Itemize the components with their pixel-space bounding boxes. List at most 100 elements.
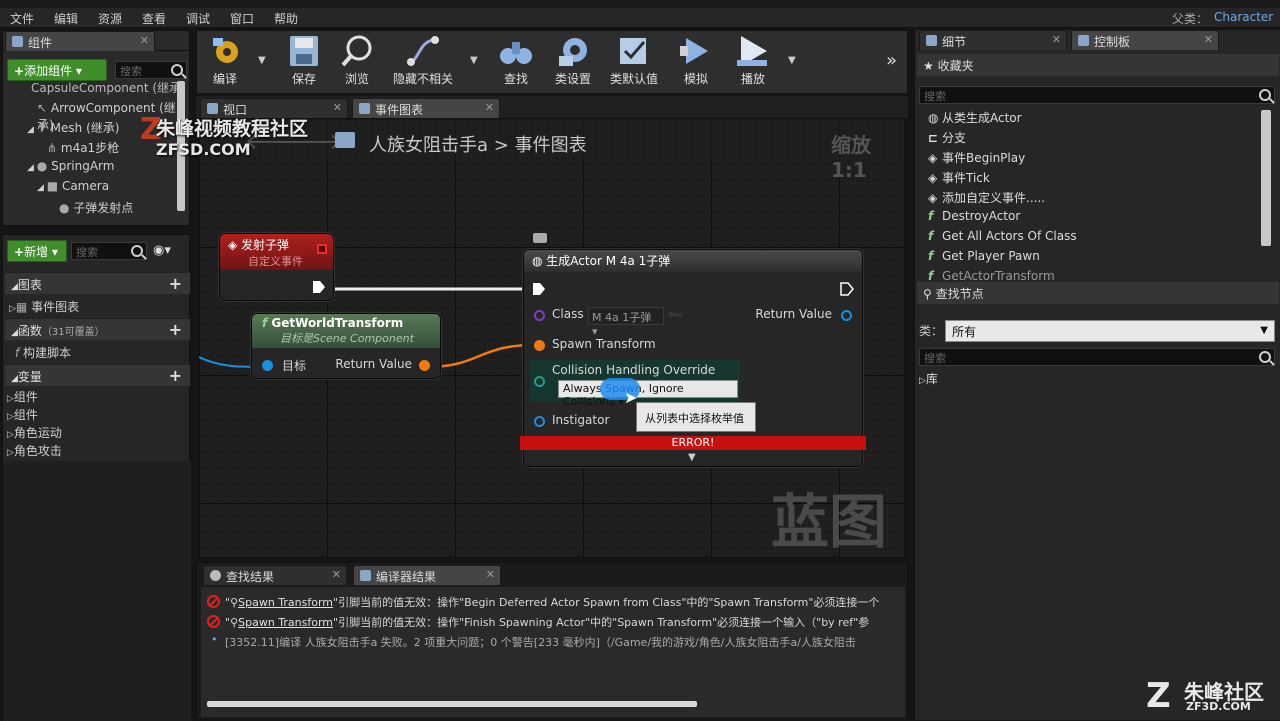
variable-group[interactable]: ▷角色攻击 xyxy=(7,442,62,459)
favorites-scrollbar[interactable] xyxy=(1261,110,1271,246)
section-functions[interactable]: ◢函数（31可覆盖） + xyxy=(5,318,190,340)
add-component-button[interactable]: +添加组件 ▾ xyxy=(7,59,107,81)
expand-node-icon[interactable]: ▼ xyxy=(688,452,696,463)
variable-group[interactable]: ▷组件 xyxy=(7,388,38,405)
spawn-transform-pin[interactable] xyxy=(534,340,545,351)
favorite-item[interactable]: ⊏ 分支 xyxy=(928,129,966,146)
custom-event-node[interactable]: ◈ 发射子弹 自定义事件 xyxy=(219,233,334,301)
section-variables[interactable]: ◢变量 + xyxy=(5,364,190,386)
collision-pin[interactable] xyxy=(534,376,545,387)
tab-details[interactable]: 细节 ✕ xyxy=(919,30,1067,50)
tab-palette[interactable]: 控制板 ✕ xyxy=(1071,30,1219,50)
class-defaults-button[interactable]: 类默认值 xyxy=(606,34,662,88)
favorite-item[interactable]: ◍ 从类生成Actor xyxy=(928,109,1022,126)
simulate-button[interactable]: 模拟 xyxy=(674,34,718,88)
horizontal-scrollbar[interactable] xyxy=(207,701,697,707)
parent-class-link[interactable]: Character xyxy=(1214,10,1273,24)
close-icon[interactable]: ✕ xyxy=(332,568,341,581)
tree-item-mesh[interactable]: ◢ ✝ Mesh (继承) xyxy=(27,119,119,136)
tree-item-rifle[interactable]: ⋔ m4a1步枪 xyxy=(47,139,119,156)
favorites-search-input[interactable]: 搜索 xyxy=(919,86,1275,104)
library-label: 库 xyxy=(925,372,938,386)
exec-in-pin[interactable] xyxy=(532,282,546,296)
toolbar-overflow-icon[interactable]: » xyxy=(886,50,897,71)
graph-canvas[interactable]: 🡐 🡒 人族女阻击手a > 事件图表 缩放1:1 蓝图 ◈ 发射子弹 自定义事件… xyxy=(198,118,905,558)
get-world-transform-node[interactable]: f GetWorldTransform 目标是Scene Component 目… xyxy=(251,313,441,379)
menu-window[interactable]: 窗口 xyxy=(230,10,254,27)
close-icon[interactable]: ✕ xyxy=(1204,33,1213,46)
favorite-item[interactable]: f GetActorTransform xyxy=(928,269,1055,281)
class-pin[interactable] xyxy=(534,310,545,321)
favorite-item[interactable]: f Get Player Pawn xyxy=(928,249,1040,263)
menu-file[interactable]: 文件 xyxy=(10,10,34,27)
exec-out-pin[interactable] xyxy=(840,282,854,296)
library-item[interactable]: ▷库 xyxy=(919,370,938,387)
close-icon[interactable]: ✕ xyxy=(485,101,494,114)
favorites-header[interactable]: ★ 收藏夹 xyxy=(917,54,1279,76)
find-node-header[interactable]: ⚲ 查找节点 xyxy=(917,282,1279,304)
close-icon[interactable]: ✕ xyxy=(1052,33,1061,46)
add-graph-icon[interactable]: + xyxy=(169,274,182,293)
find-node-search-input[interactable]: 搜索 xyxy=(919,348,1275,366)
play-options-icon[interactable]: ▼ xyxy=(788,55,796,66)
log-row[interactable]: "⚲Spawn Transform"引脚当前的值无效：操作"Finish Spa… xyxy=(201,613,905,631)
menu-help[interactable]: 帮助 xyxy=(274,10,298,27)
menu-edit[interactable]: 编辑 xyxy=(54,10,78,27)
add-variable-icon[interactable]: + xyxy=(169,366,182,385)
function-item-construction[interactable]: f 构建脚本 xyxy=(15,344,71,361)
spawn-actor-node[interactable]: ◍ 生成Actor M 4a 1子弹 Class M 4a 1子弹 ▾ ⇦⌕ R… xyxy=(520,249,866,467)
spawn-return-pin[interactable] xyxy=(841,310,852,321)
log-row[interactable]: "⚲Spawn Transform"引脚当前的值无效：操作"Begin Defe… xyxy=(201,593,905,611)
close-icon[interactable]: ✕ xyxy=(140,34,149,47)
menu-debug[interactable]: 调试 xyxy=(186,10,210,27)
delegate-pin[interactable] xyxy=(317,244,327,254)
close-icon[interactable]: ✕ xyxy=(333,101,342,114)
exec-out-pin[interactable] xyxy=(312,280,326,294)
browse-button[interactable]: 浏览 xyxy=(334,34,380,88)
tree-item-muzzle[interactable]: ● 子弹发射点 xyxy=(59,199,133,216)
collision-dropdown[interactable]: Always Spawn, Ignore Collisions ▾ xyxy=(558,380,738,408)
class-settings-button[interactable]: 类设置 xyxy=(548,34,598,88)
variable-group[interactable]: ▷组件 xyxy=(7,406,38,423)
variable-group[interactable]: ▷角色运动 xyxy=(7,424,62,441)
tree-item-camera[interactable]: ◢ ■ Camera xyxy=(37,179,109,193)
log-link[interactable]: Spawn Transform xyxy=(238,596,333,609)
tab-find-results[interactable]: 查找结果 ✕ xyxy=(203,565,347,585)
right-panel: 细节 ✕ 控制板 ✕ ★ 收藏夹 搜索 ⚲ 查找节点 类： 所有 ▼ 搜索 ▷库 xyxy=(914,30,1280,720)
favorite-item[interactable]: ◈ 事件Tick xyxy=(928,169,990,186)
add-function-icon[interactable]: + xyxy=(169,320,182,339)
comment-bubble-icon[interactable] xyxy=(533,233,547,243)
graph-item-event[interactable]: ▷▦ 事件图表 xyxy=(9,298,79,315)
menu-view[interactable]: 查看 xyxy=(142,10,166,27)
add-new-button[interactable]: +新增 ▾ xyxy=(7,240,67,262)
close-icon[interactable]: ✕ xyxy=(486,568,495,581)
return-value-pin[interactable] xyxy=(419,360,430,371)
compile-options-icon[interactable]: ▼ xyxy=(258,55,266,66)
find-button[interactable]: 查找 xyxy=(496,34,536,88)
hide-unrelated-button[interactable]: 隐藏不相关 xyxy=(390,34,456,88)
favorite-item[interactable]: f DestroyActor xyxy=(928,209,1020,223)
tab-event-graph[interactable]: 事件图表 ✕ xyxy=(352,98,500,118)
menu-assets[interactable]: 资源 xyxy=(98,10,122,27)
class-filter-dropdown[interactable]: 所有 ▼ xyxy=(945,320,1275,342)
instigator-pin[interactable] xyxy=(534,416,545,427)
compile-button[interactable]: 编译 xyxy=(202,34,248,88)
save-button[interactable]: 保存 xyxy=(284,34,324,88)
eye-icon[interactable]: ◉▾ xyxy=(153,243,171,258)
target-pin[interactable] xyxy=(262,360,273,371)
breadcrumb-root[interactable]: 人族女阻击手a xyxy=(369,135,488,156)
play-button[interactable]: 播放 xyxy=(730,34,776,88)
tab-components[interactable]: 组件 ✕ xyxy=(5,31,155,51)
favorite-item[interactable]: f Get All Actors Of Class xyxy=(928,229,1077,243)
hide-options-icon[interactable]: ▼ xyxy=(470,55,478,66)
section-graphs[interactable]: ◢图表 + xyxy=(5,272,190,294)
log-link[interactable]: Spawn Transform xyxy=(238,616,333,629)
tab-compiler-results[interactable]: 编译器结果 ✕ xyxy=(353,565,501,585)
tree-item-capsule[interactable]: CapsuleComponent (继承) xyxy=(31,79,186,96)
tree-item-springarm[interactable]: ◢ ● SpringArm xyxy=(27,159,114,173)
log-row[interactable]: • [3352.11]编译 人族女阻击手a 失败。2 项重大问题；0 个警告[2… xyxy=(201,633,905,651)
browse-class-icon[interactable]: ⇦⌕ xyxy=(668,308,683,322)
favorite-item[interactable]: ◈ 添加自定义事件..... xyxy=(928,189,1045,206)
favorite-item[interactable]: ◈ 事件BeginPlay xyxy=(928,149,1025,166)
class-dropdown[interactable]: M 4a 1子弹 ▾ xyxy=(588,307,664,338)
